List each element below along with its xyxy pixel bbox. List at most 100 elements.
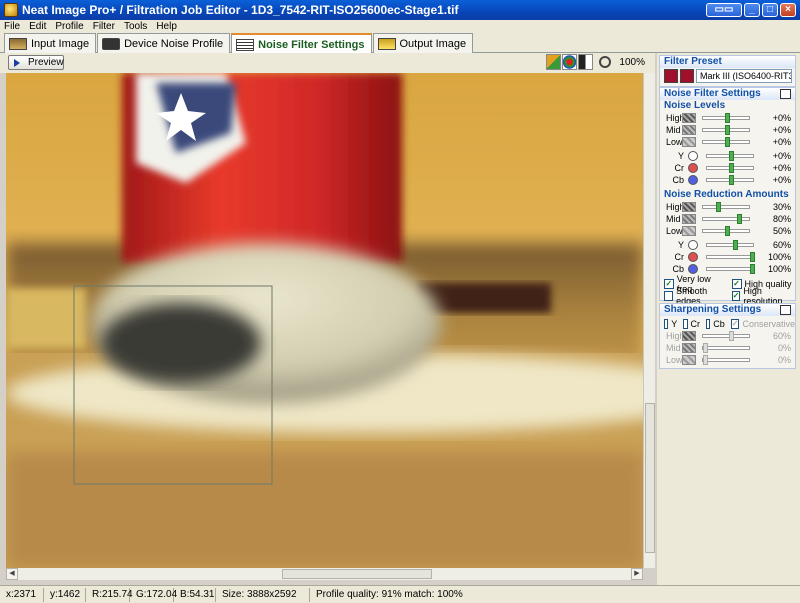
horizontal-scroll-thumb[interactable]	[282, 569, 432, 579]
tab-noise-filter-settings[interactable]: Noise Filter Settings	[231, 33, 372, 54]
menu-profile[interactable]: Profile	[55, 20, 83, 33]
sharpening-channel-label: Cb	[713, 319, 725, 329]
reset-filter-icon[interactable]	[780, 89, 791, 99]
status-profile-quality: Profile quality: 91% match: 100%	[316, 588, 463, 600]
menu-tools[interactable]: Tools	[124, 20, 147, 33]
vertical-scroll-thumb[interactable]	[645, 403, 655, 553]
reduction-row: Low 50%	[660, 225, 795, 237]
noise_levels-slider[interactable]	[706, 151, 754, 161]
split-view-icon[interactable]	[578, 54, 594, 70]
tab-device-noise-profile[interactable]: Device Noise Profile	[97, 33, 231, 53]
window-extra-buttons[interactable]: ▭▭	[706, 3, 742, 17]
sharpening-channel-checkbox[interactable]	[664, 319, 669, 329]
noise_levels-row: Cb +0%	[660, 174, 795, 186]
preview-button[interactable]: Preview	[8, 55, 64, 70]
noise_levels-slider[interactable]	[706, 163, 754, 173]
close-button[interactable]: ×	[780, 3, 796, 17]
compare-view-icon[interactable]	[546, 54, 562, 70]
color-channel-icon	[688, 163, 698, 173]
sharpening-slider[interactable]	[702, 331, 750, 341]
scroll-left-arrow-icon[interactable]: ◀	[6, 568, 18, 580]
sharpening-channel-checkbox[interactable]: ✓	[730, 319, 740, 329]
image-preview[interactable]	[6, 73, 643, 568]
reduction-slider[interactable]	[706, 240, 754, 250]
reduction-label: Y	[677, 240, 684, 250]
noise_levels-slider[interactable]	[702, 137, 750, 147]
reduction-slider[interactable]	[706, 264, 755, 274]
zoom-icon[interactable]	[599, 56, 612, 68]
color-channel-icon	[688, 264, 698, 274]
slider-knob[interactable]	[703, 355, 708, 365]
noise-pattern-icon	[682, 137, 696, 147]
reduction-slider[interactable]	[702, 226, 750, 236]
slider-knob[interactable]	[728, 331, 734, 341]
reset-sharpening-icon[interactable]	[780, 305, 791, 315]
output-image-icon	[377, 37, 396, 50]
slider-knob[interactable]	[724, 113, 730, 123]
reduction-slider[interactable]	[706, 252, 755, 262]
menu-filter[interactable]: Filter	[93, 20, 115, 33]
checkbox-icon[interactable]: ✓	[731, 291, 741, 301]
tab-output-image[interactable]: Output Image	[372, 33, 474, 53]
reduction-label: Cb	[672, 264, 684, 274]
zoom-level[interactable]: 100%	[619, 57, 645, 68]
color-channels-icon[interactable]	[562, 54, 578, 70]
sharpening-label: Mid	[666, 343, 681, 353]
noise-levels-list: High +0% Mid +0% Low +0% Y +0% Cr +0% Cb +0%	[660, 112, 795, 186]
image-canvas	[6, 73, 643, 568]
sharpening-channel-checkbox[interactable]	[683, 319, 688, 329]
menu-edit[interactable]: Edit	[29, 20, 46, 33]
checkbox-icon[interactable]: ✓	[664, 279, 674, 289]
noise_levels-slider[interactable]	[706, 175, 754, 185]
slider-knob[interactable]	[750, 252, 755, 262]
save-preset-icon[interactable]	[664, 69, 678, 83]
title-bar: Neat Image Pro+ / Filtration Job Editor …	[0, 0, 800, 20]
tab-input-image[interactable]: Input Image	[4, 33, 97, 53]
sharpening-slider[interactable]	[702, 343, 750, 353]
slider-knob[interactable]	[737, 214, 743, 224]
noise_levels-slider[interactable]	[702, 125, 750, 135]
slider-knob[interactable]	[750, 264, 755, 274]
menu-bar: File Edit Profile Filter Tools Help	[0, 20, 800, 33]
reduction-slider[interactable]	[702, 214, 750, 224]
slider-knob[interactable]	[728, 175, 734, 185]
noise-pattern-icon	[682, 343, 696, 353]
sharpening-channel-checkbox[interactable]	[706, 319, 711, 329]
noise_levels-slider[interactable]	[702, 113, 750, 123]
noise-pattern-icon	[682, 331, 696, 341]
noise-levels-title: Noise Levels	[664, 100, 726, 111]
reduction-label: High	[666, 202, 685, 212]
sharpening-slider[interactable]	[702, 355, 750, 365]
slider-knob[interactable]	[728, 163, 734, 173]
reduction-title: Noise Reduction Amounts	[664, 189, 789, 200]
load-preset-icon[interactable]	[680, 69, 694, 83]
scroll-right-arrow-icon[interactable]: ▶	[631, 568, 643, 580]
slider-knob[interactable]	[703, 343, 708, 353]
option-checkbox[interactable]: ✓ High resolution	[728, 286, 796, 306]
reduction-slider[interactable]	[702, 202, 750, 212]
slider-knob[interactable]	[724, 125, 730, 135]
slider-knob[interactable]	[724, 226, 730, 236]
menu-file[interactable]: File	[4, 20, 20, 33]
checkbox-icon[interactable]	[664, 291, 674, 301]
status-b: B:54.31	[174, 587, 216, 602]
maximize-button[interactable]: □	[762, 3, 778, 17]
checkbox-icon[interactable]: ✓	[731, 279, 742, 289]
slider-knob[interactable]	[724, 137, 730, 147]
minimize-button[interactable]: _	[744, 3, 760, 17]
filter-options: ✓ Very low freq ✓ High quality Smooth edges ✓…	[660, 274, 796, 306]
horizontal-scrollbar[interactable]: ◀ ▶	[6, 568, 643, 580]
tab-label: Device Noise Profile	[124, 37, 224, 50]
vertical-scrollbar[interactable]	[643, 73, 655, 568]
menu-help[interactable]: Help	[156, 20, 177, 33]
slider-knob[interactable]	[728, 151, 734, 161]
status-r: R:215.74	[86, 587, 133, 602]
noise_levels-label: Mid	[666, 125, 681, 135]
slider-knob[interactable]	[715, 202, 721, 212]
option-checkbox[interactable]: Smooth edges	[660, 286, 728, 306]
preset-select[interactable]: Mark III (ISO6400-RIT31-S	[696, 69, 792, 83]
slider-knob[interactable]	[732, 240, 738, 250]
sharpening-channel-label: Cr	[690, 319, 701, 329]
sharpening-list: High 60% Mid 0% Low 0%	[660, 330, 795, 368]
sharpening-title: Sharpening Settings	[660, 304, 795, 316]
